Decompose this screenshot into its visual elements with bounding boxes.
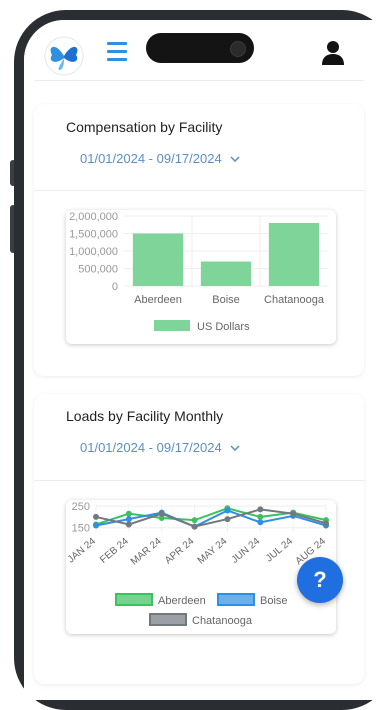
- y-tick-label: 150: [72, 523, 90, 535]
- legend-label: US Dollars: [197, 321, 250, 333]
- card-divider: [34, 190, 364, 191]
- data-point: [191, 523, 198, 530]
- legend-label: Chatanooga: [192, 615, 253, 627]
- date-range-text: 01/01/2024 - 09/17/2024: [80, 440, 222, 455]
- loads-chart: 250 150 JAN 24 FEB 24 MAR 24 APR 24 MAY 24 JUN …: [66, 500, 336, 634]
- y-tick-label: 250: [72, 501, 90, 513]
- bar-chart-svg: 2,000,000 1,500,000 1,000,000 500,000 0 Aberd…: [69, 211, 328, 333]
- data-point: [257, 513, 264, 520]
- x-tick-label: FEB 24: [98, 536, 131, 566]
- legend-swatch: [217, 593, 255, 606]
- x-tick-label: JAN 24: [66, 536, 98, 566]
- camera-icon: [230, 41, 246, 57]
- hamburger-icon[interactable]: [107, 42, 127, 61]
- legend-label: Boise: [260, 595, 288, 607]
- data-point: [191, 517, 198, 524]
- data-point: [224, 507, 231, 514]
- legend-swatch: [149, 613, 187, 626]
- legend-label: Aberdeen: [158, 595, 206, 607]
- data-point: [125, 521, 132, 528]
- card-title: Loads by Facility Monthly: [66, 408, 224, 424]
- data-point: [257, 506, 264, 513]
- chevron-down-icon: [230, 155, 240, 162]
- x-tick-label: MAR 24: [129, 536, 164, 568]
- x-tick-label: Boise: [212, 294, 240, 306]
- y-tick-label: 1,000,000: [69, 246, 118, 258]
- data-point: [158, 510, 165, 517]
- data-point: [257, 519, 264, 526]
- compensation-chart: 2,000,000 1,500,000 1,000,000 500,000 0 Aberd…: [66, 210, 336, 344]
- date-range-dropdown[interactable]: 01/01/2024 - 09/17/2024: [80, 440, 240, 455]
- y-tick-label: 500,000: [78, 264, 118, 276]
- date-range-text: 01/01/2024 - 09/17/2024: [80, 151, 222, 166]
- bar: [132, 233, 184, 286]
- line-chart-svg: 250 150JAN 24 FEB 24MAR 24 APR 24 MAY 24 JUN …: [66, 501, 329, 627]
- data-point: [323, 520, 329, 527]
- x-tick-label: APR 24: [163, 536, 197, 567]
- x-tick-label: JUN 24: [230, 536, 263, 566]
- x-tick-label: Aberdeen: [134, 294, 182, 306]
- y-tick-label: 0: [112, 281, 118, 293]
- data-point: [93, 522, 99, 529]
- app-header: [24, 20, 377, 82]
- y-tick-label: 1,500,000: [69, 229, 118, 241]
- data-point: [125, 516, 132, 523]
- help-button[interactable]: ?: [297, 557, 343, 603]
- card-divider: [34, 480, 364, 481]
- date-range-dropdown[interactable]: 01/01/2024 - 09/17/2024: [80, 151, 240, 166]
- data-point: [125, 510, 132, 517]
- loads-card: Loads by Facility Monthly 01/01/2024 - 0…: [34, 394, 364, 684]
- header-divider: [34, 80, 364, 81]
- phone-notch: [146, 33, 254, 63]
- bar: [268, 223, 320, 286]
- data-point: [224, 516, 231, 523]
- data-point: [290, 510, 297, 517]
- x-tick-label: JUL 24: [264, 536, 295, 565]
- x-tick-label: MAY 24: [196, 536, 230, 567]
- compensation-card: Compensation by Facility 01/01/2024 - 09…: [34, 104, 364, 376]
- y-tick-label: 2,000,000: [69, 211, 118, 223]
- x-tick-label: Chatanooga: [264, 294, 325, 306]
- chevron-down-icon: [230, 444, 240, 451]
- data-point: [93, 513, 99, 520]
- bar: [200, 261, 252, 286]
- user-icon[interactable]: [321, 40, 345, 66]
- legend-swatch: [115, 593, 153, 606]
- legend-swatch: [154, 320, 190, 331]
- butterfly-logo[interactable]: [44, 36, 84, 76]
- card-title: Compensation by Facility: [66, 119, 223, 135]
